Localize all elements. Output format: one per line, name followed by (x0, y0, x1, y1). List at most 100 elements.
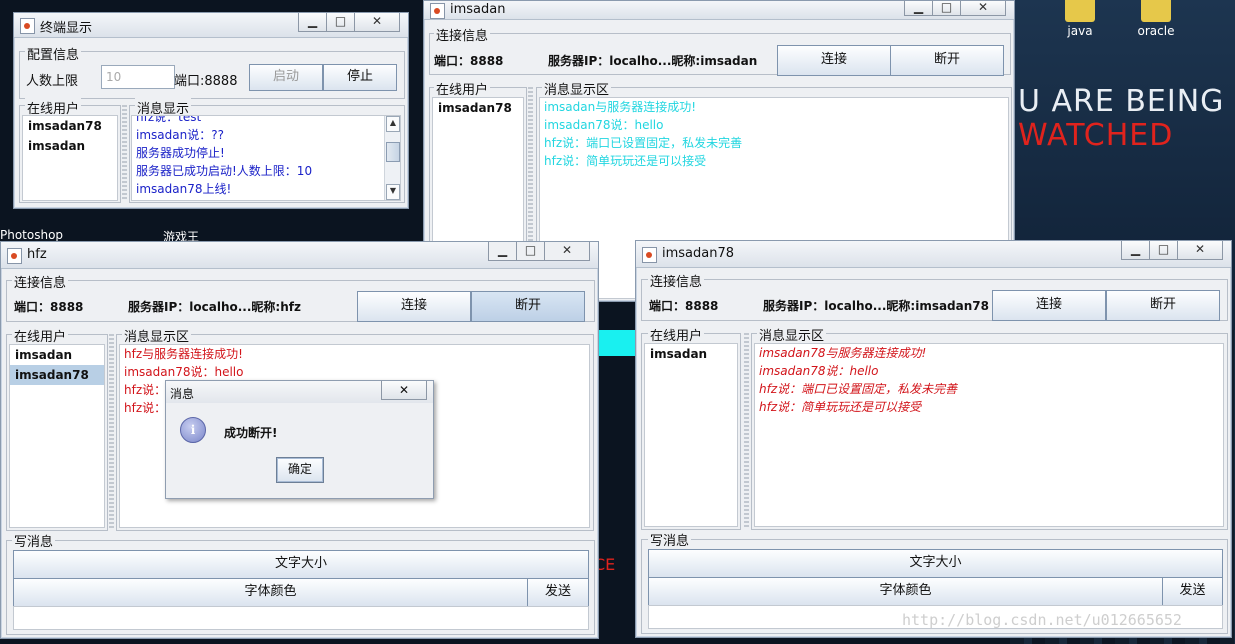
split-pane-divider[interactable] (122, 105, 127, 201)
dialog-titlebar: 消息 ✕ (166, 381, 433, 403)
connect-button[interactable]: 连接 (992, 290, 1106, 321)
message-line: imsadan78上线! (136, 182, 232, 196)
titlebar: hfz ▁ □ ✕ (1, 242, 598, 269)
message-line: hfz说：简单玩玩还是可以接受 (544, 154, 707, 168)
scrollbar-thumb[interactable] (386, 142, 400, 162)
wallpaper-slogan: U ARE BEING WATCHED (1018, 85, 1224, 153)
wallpaper-slogan-line1: U ARE BEING (1018, 84, 1225, 119)
server-ip-label: 服务器IP：localho...昵称:imsadan78 (763, 299, 989, 313)
minimize-button[interactable]: ▁ (904, 1, 933, 16)
send-button[interactable]: 发送 (1162, 577, 1223, 606)
ok-button[interactable]: 确定 (276, 457, 324, 483)
disconnect-button[interactable]: 断开 (471, 291, 585, 322)
online-users-list[interactable]: imsadan (644, 343, 738, 527)
font-color-button[interactable]: 字体颜色 (648, 577, 1163, 606)
dialog-message: 成功断开! (224, 426, 278, 440)
scroll-up-arrow-icon[interactable]: ▲ (386, 116, 400, 132)
client-window-imsadan78: imsadan78 ▁ □ ✕ 连接信息 端口：8888 服务器IP：local… (635, 240, 1232, 638)
message-line: hfz与服务器连接成功! (124, 347, 243, 361)
message-line: hfz说：简单玩玩还是可以接受 (759, 400, 922, 414)
maximize-button[interactable]: □ (516, 242, 545, 261)
message-line: 服务器已成功启动!人数上限：10 (136, 164, 313, 178)
minimize-button[interactable]: ▁ (488, 242, 517, 261)
disconnect-button[interactable]: 断开 (1106, 290, 1220, 321)
split-pane-divider[interactable] (744, 333, 749, 528)
port-label: 端口：8888 (649, 299, 719, 313)
messages-legend: 消息显示区 (542, 79, 612, 98)
font-size-button[interactable]: 文字大小 (13, 550, 589, 579)
stop-button[interactable]: 停止 (323, 64, 397, 91)
close-button[interactable]: ✕ (354, 13, 400, 32)
message-line: hfz说：端口已设置固定，私发未完善 (759, 382, 958, 396)
start-button[interactable]: 启动 (249, 64, 323, 91)
java-app-icon (20, 18, 35, 34)
close-button[interactable]: ✕ (960, 1, 1006, 16)
max-users-label: 人数上限 (26, 74, 79, 89)
messages-legend: 消息显示区 (757, 325, 827, 344)
scroll-down-arrow-icon[interactable]: ▼ (386, 184, 400, 200)
online-users-legend: 在线用户 (12, 326, 69, 345)
java-app-icon (430, 3, 445, 19)
desktop-icon-java[interactable]: java (1045, 0, 1115, 38)
split-pane-divider[interactable] (109, 334, 114, 529)
online-users-list[interactable]: imsadan78 imsadan (22, 115, 118, 201)
connection-legend: 连接信息 (12, 272, 69, 291)
dialog-close-button[interactable]: ✕ (381, 381, 427, 400)
dialog-title: 消息 (170, 387, 195, 401)
list-item[interactable]: imsadan (645, 344, 737, 364)
titlebar: imsadan ▁ □ ✕ (424, 1, 1014, 20)
connect-button[interactable]: 连接 (357, 291, 471, 322)
max-users-field[interactable]: 10 (101, 65, 175, 89)
message-line: hfz说：test (136, 115, 202, 124)
vertical-scrollbar[interactable]: ▲ ▼ (384, 116, 400, 200)
message-dialog: 消息 ✕ i 成功断开! 确定 (165, 380, 434, 499)
minimize-button[interactable]: ▁ (298, 13, 327, 32)
close-button[interactable]: ✕ (544, 242, 590, 261)
message-line: imsadan78说：hello (759, 364, 879, 378)
maximize-button[interactable]: □ (1149, 241, 1178, 260)
folder-icon (1065, 0, 1095, 22)
list-item[interactable]: imsadan78 (23, 116, 117, 136)
java-app-icon (642, 247, 657, 263)
window-controls: ▁ □ ✕ (904, 1, 1006, 21)
connect-button[interactable]: 连接 (777, 45, 891, 76)
close-button[interactable]: ✕ (1177, 241, 1223, 260)
window-title: 终端显示 (40, 21, 93, 36)
information-icon: i (180, 417, 206, 443)
write-legend: 写消息 (648, 530, 692, 549)
desktop-icon-photoshop[interactable]: Photoshop (0, 228, 63, 242)
desktop-icon-label: oracle (1137, 24, 1175, 38)
maximize-button[interactable]: □ (932, 1, 961, 16)
message-input[interactable] (13, 606, 589, 630)
port-label: 端口：8888 (434, 54, 504, 68)
messages-area[interactable]: imsadan78与服务器连接成功! imsadan78说：hello hfz说… (754, 343, 1224, 527)
send-button[interactable]: 发送 (527, 578, 589, 607)
desktop-background-fragment (596, 330, 636, 356)
messages-area[interactable]: hfz说：test imsadan说：?? 服务器成功停止! 服务器已成功启动!… (131, 115, 401, 201)
font-size-button[interactable]: 文字大小 (648, 549, 1223, 578)
window-title: imsadan78 (662, 246, 735, 261)
desktop-icon-oracle[interactable]: oracle (1121, 0, 1191, 38)
window-controls: ▁ □ ✕ (298, 13, 400, 33)
watermark-text: http://blog.csdn.net/u012665652 (902, 611, 1182, 629)
window-controls: ▁ □ ✕ (1121, 241, 1223, 261)
messages-legend: 消息显示区 (122, 326, 192, 345)
server-ip-label: 服务器IP：localho...昵称:hfz (128, 300, 301, 314)
list-item[interactable]: imsadan78 (433, 98, 523, 118)
minimize-button[interactable]: ▁ (1121, 241, 1150, 260)
font-color-button[interactable]: 字体颜色 (13, 578, 528, 607)
online-users-legend: 在线用户 (434, 79, 491, 98)
wallpaper-slogan-line2: WATCHED (1018, 118, 1174, 153)
config-legend: 配置信息 (25, 44, 82, 63)
message-line: imsadan78说：hello (544, 118, 664, 132)
folder-icon (1141, 0, 1171, 22)
online-users-list[interactable]: imsadan imsadan78 (9, 344, 105, 528)
list-item[interactable]: imsadan (10, 345, 104, 365)
list-item-selected[interactable]: imsadan78 (10, 365, 104, 385)
maximize-button[interactable]: □ (326, 13, 355, 32)
list-item[interactable]: imsadan (23, 136, 117, 156)
write-legend: 写消息 (12, 531, 56, 550)
java-app-icon (7, 248, 22, 264)
titlebar: imsadan78 ▁ □ ✕ (636, 241, 1231, 268)
disconnect-button[interactable]: 断开 (890, 45, 1004, 76)
